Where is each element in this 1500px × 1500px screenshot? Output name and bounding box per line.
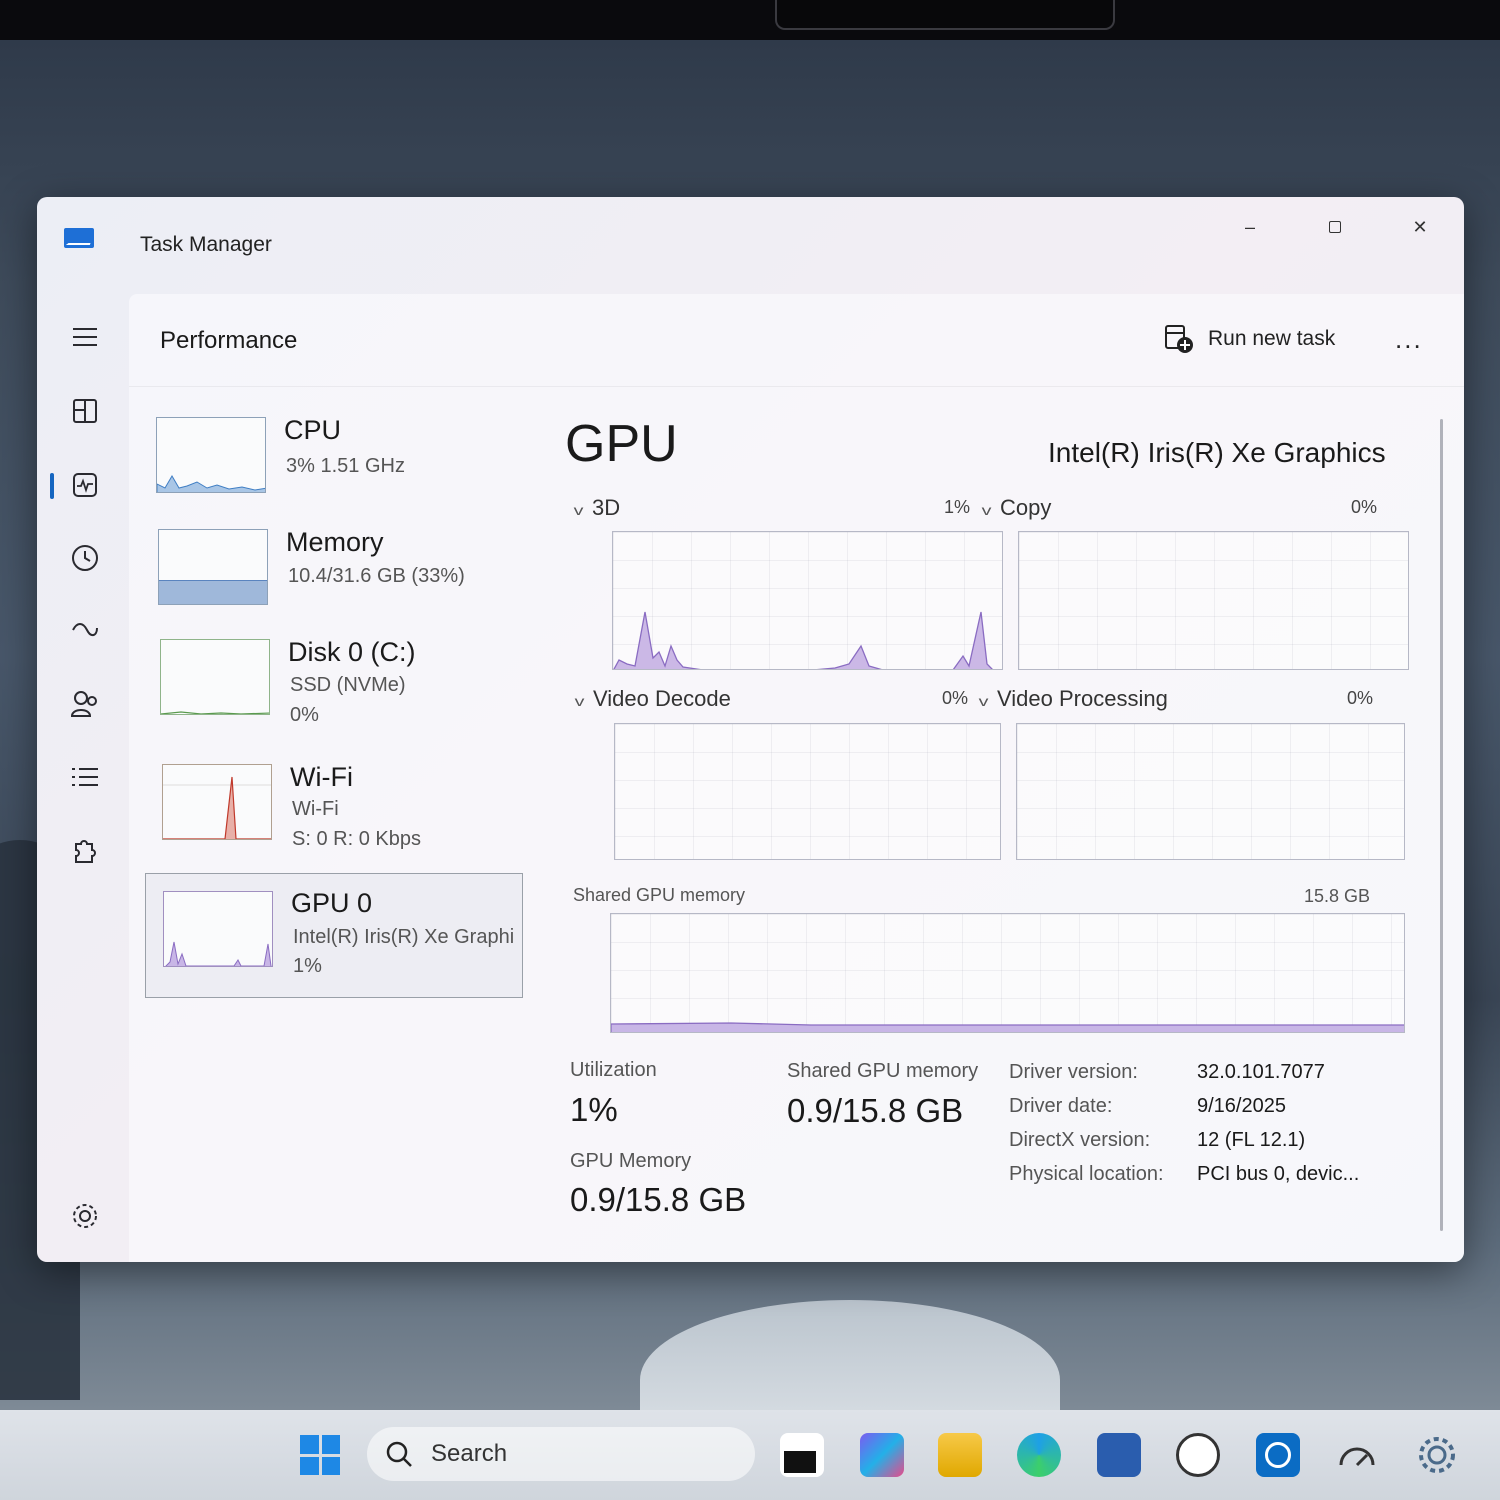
settings-gear-icon[interactable]: [67, 1198, 103, 1234]
shared-memory-graph-label: Shared GPU memory: [573, 885, 746, 905]
close-button[interactable]: ✕: [1397, 211, 1443, 243]
device-memory[interactable]: Memory 10.4/31.6 GB (33%): [146, 519, 526, 639]
chevron-down-icon: v: [573, 502, 584, 518]
scrollbar[interactable]: [1440, 419, 1443, 1231]
directx-version-value: 12 (FL 12.1): [1197, 1129, 1306, 1151]
processes-icon[interactable]: [67, 393, 103, 429]
gpu-thumbnail-graph: [163, 891, 273, 967]
device-disk[interactable]: Disk 0 (C:) SSD (NVMe) 0%: [148, 629, 528, 749]
device-name: Wi-Fi: [290, 762, 353, 792]
engine-3d-percent: 1%: [944, 497, 971, 517]
minimize-button[interactable]: –: [1227, 211, 1273, 243]
shared-gpu-memory-value: 0.9/15.8 GB: [787, 1092, 964, 1129]
memory-thumbnail-graph: [158, 529, 268, 605]
taskbar-search-box[interactable]: Search: [367, 1427, 755, 1481]
engine-video-processing-graph: [1016, 723, 1405, 860]
startup-apps-icon[interactable]: [67, 612, 103, 648]
cortana-icon[interactable]: [1256, 1433, 1300, 1477]
driver-version-value: 32.0.101.7077: [1197, 1061, 1325, 1083]
users-icon[interactable]: [67, 686, 103, 722]
device-gpu-selected[interactable]: GPU 0 Intel(R) Iris(R) Xe Graphi 1%: [145, 873, 523, 998]
hamburger-menu-icon[interactable]: [67, 319, 103, 355]
engine-copy-selector[interactable]: v Copy: [981, 495, 1052, 521]
engine-video-decode-percent: 0%: [942, 688, 969, 708]
device-name: GPU 0: [291, 888, 373, 918]
engine-copy-graph: [1018, 531, 1409, 670]
search-placeholder: Search: [431, 1440, 508, 1467]
gpu-memory-label: GPU Memory: [570, 1150, 692, 1172]
window-title: Task Manager: [140, 233, 272, 256]
device-detail: Intel(R) Iris(R) Xe Graphi: [293, 926, 515, 948]
performance-icon[interactable]: [67, 467, 103, 503]
performance-pane: Performance Run new task ... CPU 3% 1.51…: [129, 294, 1464, 1262]
gpu-heading: GPU: [565, 415, 678, 473]
screen-bezel: [0, 0, 1500, 40]
physical-location-label: Physical location:: [1009, 1163, 1164, 1185]
shared-memory-graph-max: 15.8 GB: [1304, 886, 1371, 906]
engine-video-processing-selector[interactable]: v Video Processing: [978, 686, 1168, 712]
chevron-down-icon: v: [978, 693, 989, 709]
maximize-button[interactable]: [1312, 211, 1358, 243]
device-name: Disk 0 (C:): [288, 637, 416, 667]
driver-date-value: 9/16/2025: [1197, 1095, 1286, 1117]
dell-icon[interactable]: [1176, 1433, 1220, 1477]
device-detail-2: 0%: [290, 704, 319, 726]
performance-gauge-icon[interactable]: [1335, 1433, 1379, 1477]
task-manager-app-icon: [64, 228, 94, 248]
device-name: CPU: [284, 415, 342, 445]
task-manager-window: Task Manager – ✕ Performance Run new tas…: [37, 197, 1464, 1262]
engine-3d-graph: [612, 531, 1003, 670]
utilization-label: Utilization: [570, 1059, 657, 1081]
shared-gpu-memory-label: Shared GPU memory: [787, 1060, 979, 1082]
chevron-down-icon: v: [574, 693, 585, 709]
taskbar: Search: [0, 1410, 1500, 1500]
device-detail-2: 1%: [293, 955, 322, 977]
driver-version-label: Driver version:: [1009, 1061, 1138, 1083]
file-explorer-black-icon[interactable]: [780, 1433, 824, 1477]
device-detail: SSD (NVMe): [290, 674, 406, 696]
run-new-task-button[interactable]: Run new task: [1164, 324, 1335, 354]
engine-3d-selector[interactable]: v 3D: [573, 495, 621, 521]
cpu-thumbnail-graph: [156, 417, 266, 493]
utilization-value: 1%: [570, 1091, 618, 1128]
microsoft-365-icon[interactable]: [860, 1433, 904, 1477]
device-wifi[interactable]: Wi-Fi Wi-Fi S: 0 R: 0 Kbps: [150, 754, 530, 874]
search-icon: [386, 1441, 412, 1467]
nav-active-indicator: [50, 473, 54, 499]
shared-memory-graph: [610, 913, 1405, 1033]
device-detail: Wi-Fi: [292, 798, 339, 820]
device-detail: 10.4/31.6 GB (33%): [288, 565, 465, 587]
header-divider: [129, 386, 1464, 387]
gpu-memory-value: 0.9/15.8 GB: [570, 1181, 747, 1218]
device-detail: 3% 1.51 GHz: [286, 455, 405, 477]
engine-video-processing-percent: 0%: [1347, 688, 1374, 708]
wifi-thumbnail-graph: [162, 764, 272, 840]
services-puzzle-icon[interactable]: [67, 833, 103, 869]
engine-video-decode-graph: [614, 723, 1001, 860]
engine-video-decode-selector[interactable]: v Video Decode: [574, 686, 731, 712]
webcam-housing: [775, 0, 1115, 30]
run-task-label: Run new task: [1208, 327, 1336, 350]
more-options-button[interactable]: ...: [1395, 324, 1423, 355]
run-task-icon: [1165, 325, 1193, 353]
details-list-icon[interactable]: [67, 759, 103, 795]
page-title: Performance: [160, 327, 298, 354]
physical-location-value: PCI bus 0, devic...: [1197, 1163, 1360, 1185]
microsoft-store-icon[interactable]: [1097, 1433, 1141, 1477]
windows-start-icon[interactable]: [298, 1433, 342, 1477]
gpu-model-name: Intel(R) Iris(R) Xe Graphics: [1048, 437, 1386, 468]
disk-thumbnail-graph: [160, 639, 270, 715]
device-name: Memory: [286, 527, 384, 557]
app-history-icon[interactable]: [67, 540, 103, 576]
engine-copy-percent: 0%: [1351, 497, 1378, 517]
driver-date-label: Driver date:: [1009, 1095, 1113, 1117]
device-detail-2: S: 0 R: 0 Kbps: [292, 828, 421, 850]
chevron-down-icon: v: [981, 502, 992, 518]
directx-version-label: DirectX version:: [1009, 1129, 1151, 1151]
edge-browser-icon[interactable]: [1017, 1433, 1061, 1477]
device-cpu[interactable]: CPU 3% 1.51 GHz: [144, 407, 524, 527]
file-explorer-folder-icon[interactable]: [938, 1433, 982, 1477]
settings-gear-icon[interactable]: [1415, 1433, 1459, 1477]
